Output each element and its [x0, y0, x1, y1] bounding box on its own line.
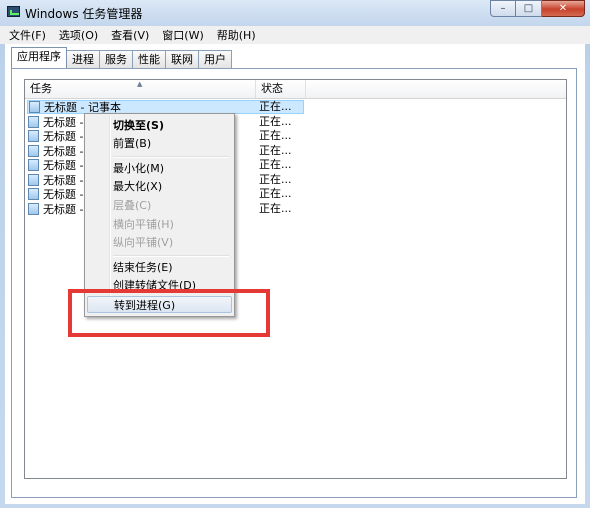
notepad-window-icon [28, 159, 39, 171]
menu-view[interactable]: 查看(V) [107, 27, 153, 43]
menu-item-tile-vertical: 纵向平铺(V) [113, 236, 174, 249]
menu-item-cascade: 层叠(C) [113, 199, 152, 212]
tab-services[interactable]: 服务 [99, 50, 133, 68]
notepad-window-icon [28, 188, 39, 200]
window-controls: – □ ✕ [490, 0, 585, 17]
maximize-button[interactable]: □ [516, 0, 542, 17]
notepad-window-icon [28, 203, 39, 215]
status-cell: 正在... [259, 115, 292, 128]
status-cell: 正在... [259, 129, 292, 142]
menu-item-bring-to-front[interactable]: 前置(B) [87, 135, 232, 152]
tab-users[interactable]: 用户 [198, 50, 232, 68]
menu-item-maximize[interactable]: 最大化(X) [87, 178, 232, 195]
context-menu: 切换至(S) 前置(B) 最小化(M) 最大化(X) 层叠(C) 横向平铺(H)… [84, 113, 235, 317]
menu-item-tile-horizontal: 横向平铺(H) [113, 218, 174, 231]
menu-help[interactable]: 帮助(H) [213, 27, 260, 43]
menu-item-minimize[interactable]: 最小化(M) [87, 160, 232, 177]
table-row[interactable]: 无标题 - 记事本 正在... [25, 100, 566, 114]
window-title: Windows 任务管理器 [25, 7, 143, 21]
status-cell: 正在... [259, 202, 292, 215]
menu-item-switch-to[interactable]: 切换至(S) [87, 117, 232, 134]
task-name: 无标题 - [43, 159, 84, 172]
status-cell: 正在... [259, 187, 292, 200]
list-header: 任务 ▲ 状态 [25, 80, 566, 99]
column-header-status[interactable]: 状态 [256, 80, 306, 98]
task-name: 无标题 - [43, 130, 84, 143]
status-cell: 正在... [259, 144, 292, 157]
task-manager-icon [7, 6, 20, 17]
task-name: 无标题 - [43, 203, 84, 216]
tab-strip: 应用程序 进程 服务 性能 联网 用户 [11, 47, 232, 69]
close-button[interactable]: ✕ [542, 0, 585, 17]
notepad-window-icon [28, 116, 39, 128]
menu-file[interactable]: 文件(F) [5, 27, 50, 43]
menu-options[interactable]: 选项(O) [55, 27, 102, 43]
tab-networking[interactable]: 联网 [165, 50, 199, 68]
status-cell: 正在... [259, 100, 292, 113]
notepad-window-icon [28, 130, 39, 142]
tab-applications[interactable]: 应用程序 [11, 47, 67, 68]
status-cell: 正在... [259, 158, 292, 171]
notepad-window-icon [28, 145, 39, 157]
menu-window[interactable]: 窗口(W) [158, 27, 207, 43]
menu-item-end-task[interactable]: 结束任务(E) [87, 259, 232, 276]
minimize-button[interactable]: – [490, 0, 516, 17]
notepad-window-icon [28, 174, 39, 186]
menu-separator [113, 156, 229, 158]
annotation-highlight-box [68, 289, 270, 337]
tab-performance[interactable]: 性能 [132, 50, 166, 68]
title-bar[interactable]: Windows 任务管理器 – □ ✕ [0, 0, 590, 26]
notepad-window-icon [29, 101, 40, 113]
menu-bar: 文件(F) 选项(O) 查看(V) 窗口(W) 帮助(H) [0, 26, 590, 44]
status-cell: 正在... [259, 173, 292, 186]
task-name: 无标题 - [43, 188, 84, 201]
sort-arrow-icon: ▲ [137, 80, 143, 88]
menu-separator [113, 255, 229, 257]
tab-processes[interactable]: 进程 [66, 50, 100, 68]
